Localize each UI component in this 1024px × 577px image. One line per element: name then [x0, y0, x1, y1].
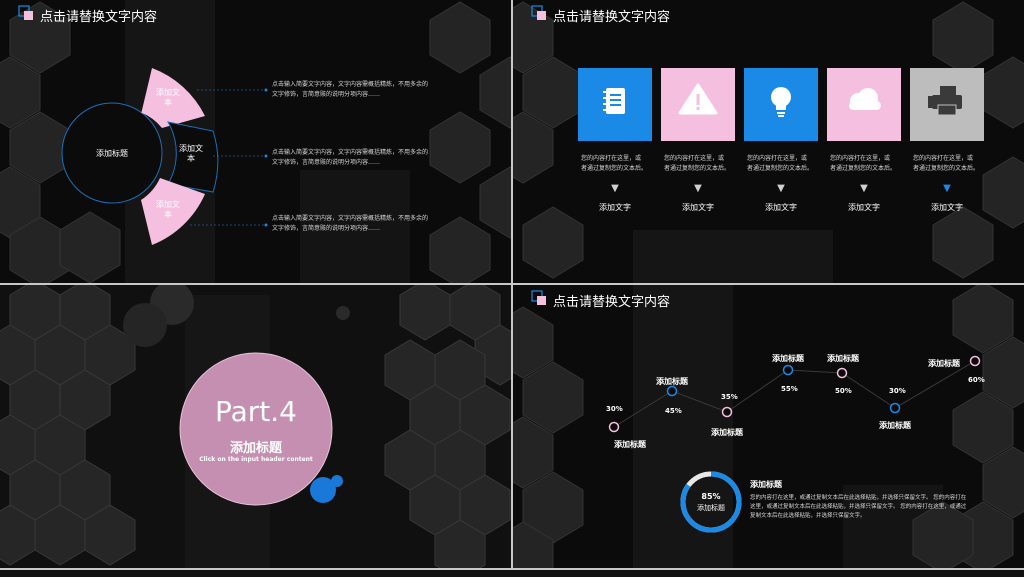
point-value-3: 35% [721, 393, 738, 401]
timeline-line [608, 355, 981, 433]
tile-1[interactable] [578, 68, 652, 141]
point-marker [721, 406, 733, 418]
tile-2[interactable] [661, 68, 735, 141]
next-slides-strip [0, 570, 1024, 577]
point-value-6: 30% [889, 387, 906, 395]
hexagon-background [513, 1, 1024, 283]
tile-desc-3-line-2: 者通过复制您的文本后。 [747, 165, 814, 172]
slide-1[interactable]: 点击请替换文字内容 添加标题 添加文本 添加文本 添加文本 点击输入简要文字内容… [0, 0, 511, 283]
tile-desc-5-line-1: 您的内容打在这里，或 [913, 155, 974, 162]
progress-ring [680, 471, 742, 533]
lightbulb-icon [744, 68, 818, 141]
point-marker [608, 421, 620, 433]
slide-3[interactable]: Part.4 添加标题 Click on the input header co… [0, 285, 511, 568]
point-marker [836, 367, 848, 379]
tile-label-5: 添加文字 [931, 203, 963, 212]
point-value-4: 55% [781, 385, 798, 393]
paragraph-2: 点击输入简要文字内容，文字内容需概括精炼，不用多余的 文字修饰，言简意赅的说明分… [272, 148, 428, 168]
paragraph-3-line-2: 文字修饰，言简意赅的说明分项内容…… [272, 225, 381, 232]
point-value-2: 45% [665, 407, 682, 415]
note-body: 您的内容打在这里，或通过复制文本后在此选择粘贴，并选择只保留文字。 您的内容打在… [750, 494, 966, 521]
ring-label: 添加标题 [697, 504, 725, 512]
point-value-7: 60% [968, 376, 985, 384]
tile-5[interactable] [910, 68, 984, 141]
point-label-1: 添加标题 [614, 440, 646, 449]
note-line-3: 复制文本后在此选择粘贴，并选择只保留文字。 [750, 513, 866, 519]
radial-diagram [61, 68, 268, 245]
tile-label-1: 添加文字 [599, 203, 631, 212]
paragraph-1: 点击输入简要文字内容，文字内容需概括精炼，不用多余的 文字修饰，言简意赅的说明分… [272, 80, 428, 100]
arrow-down-icon: ▼ [943, 183, 951, 194]
part-number: Part.4 [215, 395, 297, 428]
arrow-down-icon: ▼ [860, 183, 868, 194]
paragraph-3-line-1: 点击输入简要文字内容，文字内容需概括精炼，不用多余的 [272, 215, 429, 222]
center-title: 添加标题 [96, 149, 128, 158]
slide-2[interactable]: 点击请替换文字内容 您的内容打在这里，或 者通过复制您的文本后。 您的内容打在这… [513, 0, 1024, 283]
tile-4[interactable] [827, 68, 901, 141]
arrow-down-icon: ▼ [694, 183, 702, 194]
printer-icon [910, 68, 984, 141]
tile-desc-4-line-1: 您的内容打在这里，或 [830, 155, 891, 162]
slide-title: 点击请替换文字内容 [553, 10, 671, 25]
paragraph-3: 点击输入简要文字内容，文字内容需概括精炼，不用多余的 文字修饰，言简意赅的说明分… [272, 214, 428, 234]
tile-desc-3-line-1: 您的内容打在这里，或 [747, 155, 808, 162]
cloud-icon [827, 68, 901, 141]
point-label-6: 添加标题 [879, 421, 911, 430]
tile-desc-5: 您的内容打在这里，或 者通过复制您的文本后。 [913, 154, 987, 174]
tile-desc-1-line-1: 您的内容打在这里，或 [581, 155, 642, 162]
segment-label-1: 添加文本 [156, 88, 180, 107]
paragraph-2-line-2: 文字修饰，言简意赅的说明分项内容…… [272, 159, 381, 166]
tile-label-2: 添加文字 [682, 203, 714, 212]
tile-desc-4: 您的内容打在这里，或 者通过复制您的文本后。 [830, 154, 904, 174]
arrow-down-icon: ▼ [611, 183, 619, 194]
point-marker [889, 402, 901, 414]
point-marker [666, 385, 678, 397]
paragraph-2-line-1: 点击输入简要文字内容，文字内容需概括精炼，不用多余的 [272, 149, 429, 156]
point-label-2: 添加标题 [656, 377, 688, 386]
tile-desc-1-line-2: 者通过复制您的文本后。 [581, 165, 648, 172]
note-title: 添加标题 [750, 480, 782, 489]
tile-desc-4-line-2: 者通过复制您的文本后。 [830, 165, 897, 172]
tile-label-3: 添加文字 [765, 203, 797, 212]
point-label-7: 添加标题 [928, 359, 960, 368]
point-label-3: 添加标题 [711, 428, 743, 437]
note-line-2: 这里，或通过复制文本后在此选择粘贴，并选择只保留文字。 您的内容打在这里，或通过 [750, 504, 967, 510]
point-value-1: 30% [606, 405, 623, 413]
point-marker [782, 364, 794, 376]
notebook-icon [578, 68, 652, 141]
paragraph-1-line-1: 点击输入简要文字内容，文字内容需概括精炼，不用多余的 [272, 81, 429, 88]
segment-label-2: 添加文本 [179, 144, 203, 163]
section-heading: 添加标题 [229, 441, 282, 456]
ring-percent: 85% [701, 492, 721, 501]
logo-icon [531, 5, 546, 20]
tile-3[interactable] [744, 68, 818, 141]
tile-desc-2: 您的内容打在这里，或 者通过复制您的文本后。 [664, 154, 738, 174]
tile-desc-3: 您的内容打在这里，或 者通过复制您的文本后。 [747, 154, 821, 174]
point-value-5: 50% [835, 387, 852, 395]
slide-4[interactable]: 点击请替换文字内容 30% 添加标题 添加标题 45% 35% 添加标题 添加标… [513, 285, 1024, 568]
warning-icon [661, 68, 735, 141]
tile-desc-5-line-2: 者通过复制您的文本后。 [913, 165, 980, 172]
tile-desc-1: 您的内容打在这里，或 者通过复制您的文本后。 [581, 154, 655, 174]
paragraph-1-line-2: 文字修饰，言简意赅的说明分项内容…… [272, 91, 381, 98]
tile-desc-2-line-2: 者通过复制您的文本后。 [664, 165, 731, 172]
tile-desc-2-line-1: 您的内容打在这里，或 [664, 155, 725, 162]
point-marker [969, 355, 981, 367]
tile-label-4: 添加文字 [848, 203, 880, 212]
segment-label-3: 添加文本 [156, 200, 180, 219]
note-line-1: 您的内容打在这里，或通过复制文本后在此选择粘贴，并选择只保留文字。 您的内容打在 [750, 495, 967, 501]
section-subheading: Click on the input header content [199, 456, 313, 463]
point-label-5: 添加标题 [827, 354, 859, 363]
point-label-4: 添加标题 [772, 354, 804, 363]
arrow-down-icon: ▼ [777, 183, 785, 194]
